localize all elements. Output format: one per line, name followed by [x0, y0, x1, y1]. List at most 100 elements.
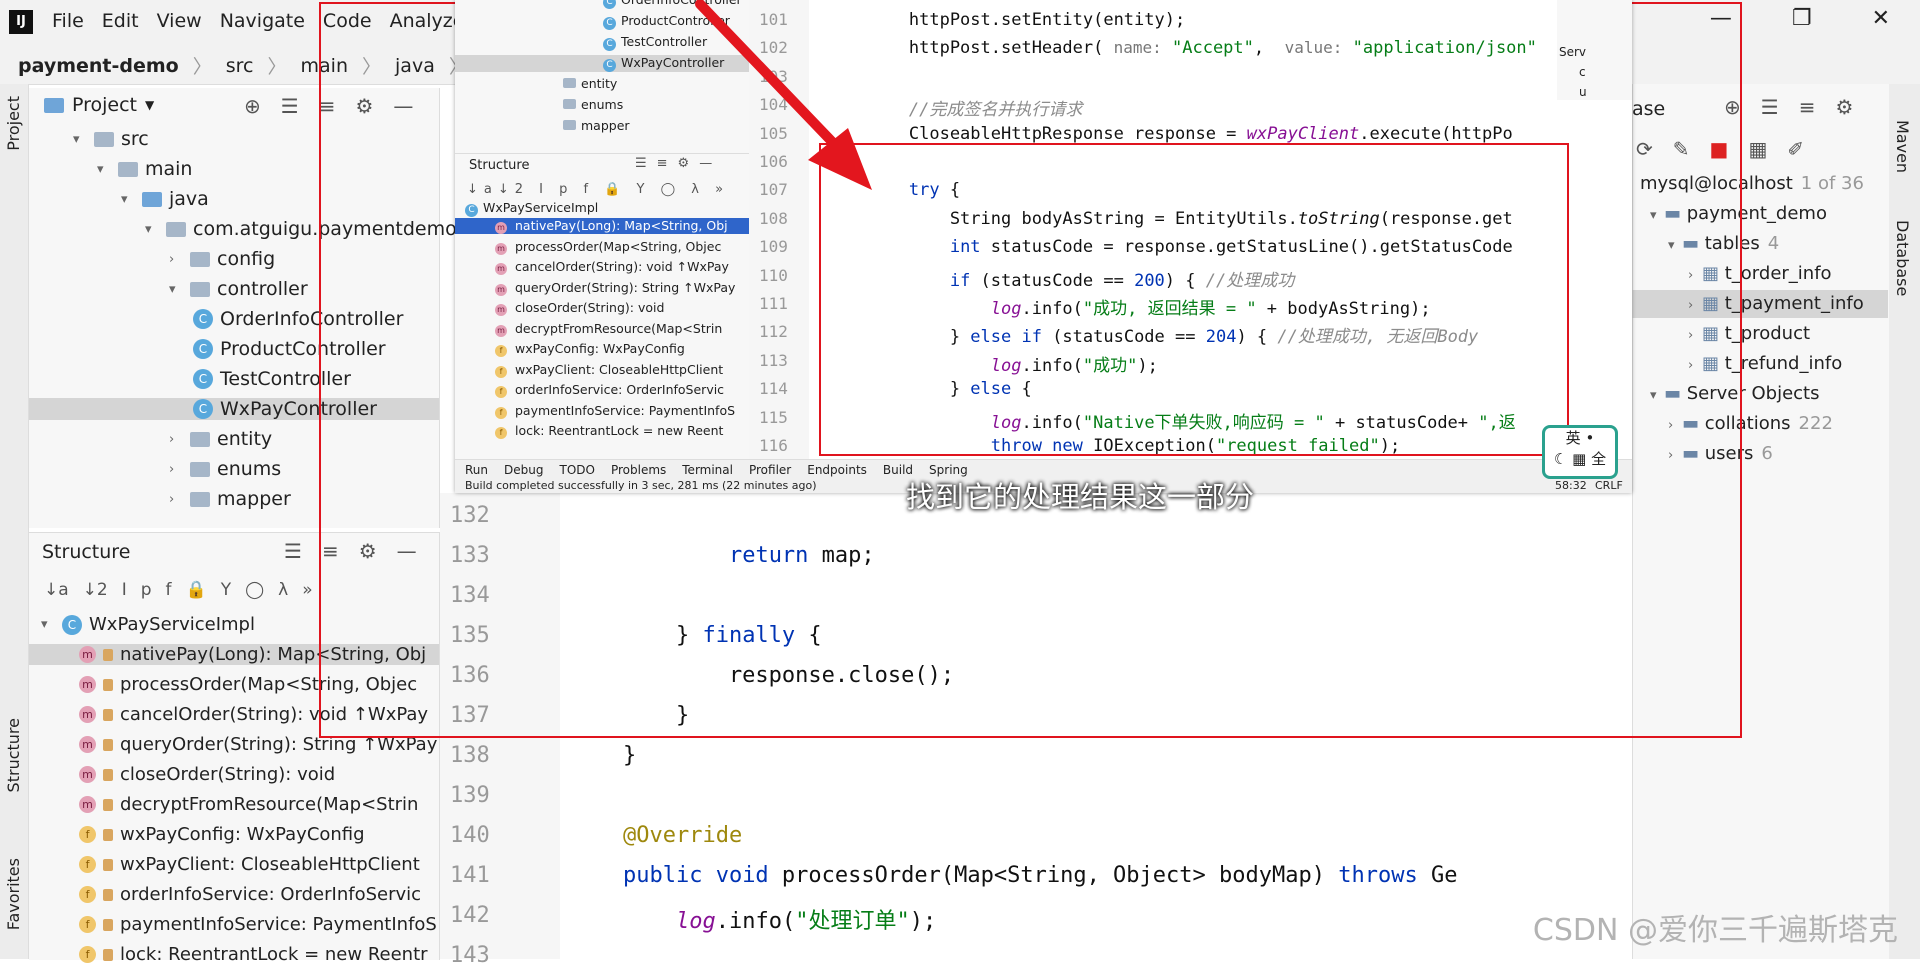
overlay-tab-problems[interactable]: Problems — [611, 463, 666, 477]
chevron-icon[interactable]: ▾ — [73, 132, 87, 147]
chevron-icon[interactable]: › — [169, 492, 183, 507]
gear-icon[interactable]: ⚙ — [1835, 95, 1853, 119]
edit-icon[interactable]: ✐ — [1787, 137, 1804, 161]
more-icon[interactable]: » — [302, 580, 312, 600]
tree-item[interactable]: › entity — [169, 428, 272, 450]
overlay-structure-member[interactable]: f orderInfoService: OrderInfoServic — [455, 382, 749, 398]
overlay-tab-debug[interactable]: Debug — [504, 463, 543, 477]
overlay-tree-label: mapper — [581, 118, 630, 133]
tree-item[interactable]: ▾ src — [73, 128, 149, 150]
annotation-arrow-icon — [695, 0, 872, 190]
structure-member[interactable]: m closeOrder(String): void — [29, 764, 439, 785]
database-tool-tab[interactable]: Database — [1893, 220, 1912, 296]
overlay-tab-terminal[interactable]: Terminal — [682, 463, 733, 477]
lambda-icon[interactable]: λ — [278, 580, 288, 600]
chevron-down-icon[interactable]: ▾ — [41, 617, 55, 632]
line-number: 138 — [450, 743, 490, 768]
code-line: CloseableHttpResponse response = wxPayCl… — [827, 123, 1513, 144]
overlay-right-tree: Serv c u — [1557, 0, 1632, 100]
overlay-structure-root[interactable]: C WxPayServiceImpl — [465, 200, 598, 217]
folder-icon — [166, 221, 186, 237]
overlay-structure-member[interactable]: m decryptFromResource(Map<Strin — [455, 321, 749, 337]
structure-root[interactable]: ▾ C WxPayServiceImpl — [41, 614, 255, 635]
menu-item-file[interactable]: File — [52, 10, 84, 32]
non-public-icon[interactable]: 🔒 — [186, 580, 207, 600]
overlay-structure-member[interactable]: m cancelOrder(String): void ↑WxPay — [455, 259, 749, 275]
chevron-down-icon[interactable]: ▼ — [145, 98, 154, 112]
restore-button[interactable]: ❐ — [1792, 6, 1812, 31]
overlay-structure-member[interactable]: m nativePay(Long): Map<String, Obj — [455, 218, 749, 234]
menu-item-view[interactable]: View — [157, 10, 202, 32]
chevron-icon[interactable]: ▾ — [97, 162, 111, 177]
tree-item-label: entity — [217, 428, 273, 450]
overlay-structure-member[interactable]: m queryOrder(String): String ↑WxPay — [455, 280, 749, 296]
expand-all-icon[interactable]: ☰ — [281, 94, 299, 118]
sort-visibility-icon[interactable]: ↓2 — [83, 580, 108, 600]
overlay-structure-member[interactable]: f wxPayConfig: WxPayConfig — [455, 341, 749, 357]
method-icon: m — [495, 283, 507, 296]
breadcrumb-item[interactable]: src — [226, 55, 254, 77]
overlay-right-tree-item[interactable]: u — [1579, 85, 1587, 99]
overlay-tab-todo[interactable]: TODO — [559, 463, 594, 477]
breadcrumb-item[interactable]: payment-demo — [18, 55, 179, 77]
ime-indicator[interactable]: 英 • ☾ ▦ 全 — [1542, 425, 1618, 479]
overlay-structure-member[interactable]: m closeOrder(String): void — [455, 300, 749, 316]
tree-item[interactable]: ▾ java — [121, 188, 209, 210]
collapse-all-icon[interactable]: ≡ — [1799, 95, 1816, 119]
lock-icon — [103, 888, 113, 901]
overlay-tab-run[interactable]: Run — [465, 463, 488, 477]
favorites-tool-tab[interactable]: Favorites — [4, 858, 23, 930]
overlay-structure-member[interactable]: m processOrder(Map<String, Objec — [455, 239, 749, 255]
anonymous-icon[interactable]: ◯ — [245, 580, 264, 600]
fields-icon[interactable]: f — [166, 580, 172, 600]
structure-tool-tab[interactable]: Structure — [4, 718, 23, 792]
table-icon[interactable]: ▦ — [1748, 137, 1767, 161]
locate-icon[interactable]: ⊕ — [244, 94, 261, 118]
chevron-icon[interactable]: ▾ — [145, 222, 159, 237]
overlay-tab-profiler[interactable]: Profiler — [749, 463, 791, 477]
method-icon: m — [495, 242, 507, 255]
tree-item[interactable]: › mapper — [169, 488, 291, 510]
tree-item[interactable]: ▾ main — [97, 158, 192, 180]
line-number: 111 — [759, 294, 788, 313]
inherited-icon[interactable]: I — [122, 580, 127, 600]
chevron-icon[interactable]: ▾ — [121, 192, 135, 207]
overlay-structure-label: decryptFromResource(Map<Strin — [515, 320, 723, 336]
overlay-structure-member[interactable]: f wxPayClient: CloseableHttpClient — [455, 362, 749, 378]
chevron-icon[interactable]: › — [169, 252, 183, 267]
field-icon: f — [495, 386, 507, 398]
filter-icon[interactable]: Y — [221, 580, 231, 600]
tree-item[interactable]: ▾ controller — [169, 278, 308, 300]
project-panel-title[interactable]: Project — [72, 94, 137, 116]
expand-all-icon[interactable]: ☰ — [1761, 95, 1779, 119]
structure-member[interactable]: f wxPayClient: CloseableHttpClient — [29, 854, 439, 875]
structure-member[interactable]: f lock: ReentrantLock = new Reentr — [29, 944, 439, 965]
menu-item-navigate[interactable]: Navigate — [220, 10, 305, 32]
method-icon: m — [495, 324, 507, 337]
project-tool-tab[interactable]: Project — [4, 96, 23, 151]
maven-tool-tab[interactable]: Maven — [1893, 120, 1912, 173]
tree-item[interactable]: › enums — [169, 458, 281, 480]
overlay-line-separator[interactable]: CRLF — [1595, 479, 1623, 492]
tree-item-label: controller — [217, 278, 308, 300]
overlay-caret-position[interactable]: 58:32 — [1555, 479, 1587, 492]
overlay-right-tree-item[interactable]: Serv — [1559, 45, 1586, 59]
chevron-icon[interactable]: › — [169, 432, 183, 447]
expand-all-icon[interactable]: ☰ — [284, 539, 302, 563]
tree-item[interactable]: › config — [169, 248, 275, 270]
chevron-icon[interactable]: › — [169, 462, 183, 477]
structure-member[interactable]: f orderInfoService: OrderInfoServic — [29, 884, 439, 905]
structure-member[interactable]: m decryptFromResource(Map<Strin — [29, 794, 439, 815]
overlay-tab-endpoints[interactable]: Endpoints — [807, 463, 867, 477]
overlay-right-tree-item[interactable]: c — [1579, 65, 1586, 79]
structure-member[interactable]: f paymentInfoService: PaymentInfoS — [29, 914, 439, 935]
properties-icon[interactable]: p — [141, 580, 152, 600]
structure-member[interactable]: f wxPayConfig: WxPayConfig — [29, 824, 439, 845]
menu-item-edit[interactable]: Edit — [102, 10, 139, 32]
chevron-icon[interactable]: ▾ — [169, 282, 183, 297]
overlay-structure-member[interactable]: f lock: ReentrantLock = new Reent — [455, 423, 749, 439]
overlay-structure-member[interactable]: f paymentInfoService: PaymentInfoS — [455, 403, 749, 419]
lock-icon — [103, 828, 113, 841]
sort-alpha-icon[interactable]: ↓a — [44, 580, 69, 600]
close-button[interactable]: ✕ — [1872, 6, 1890, 31]
